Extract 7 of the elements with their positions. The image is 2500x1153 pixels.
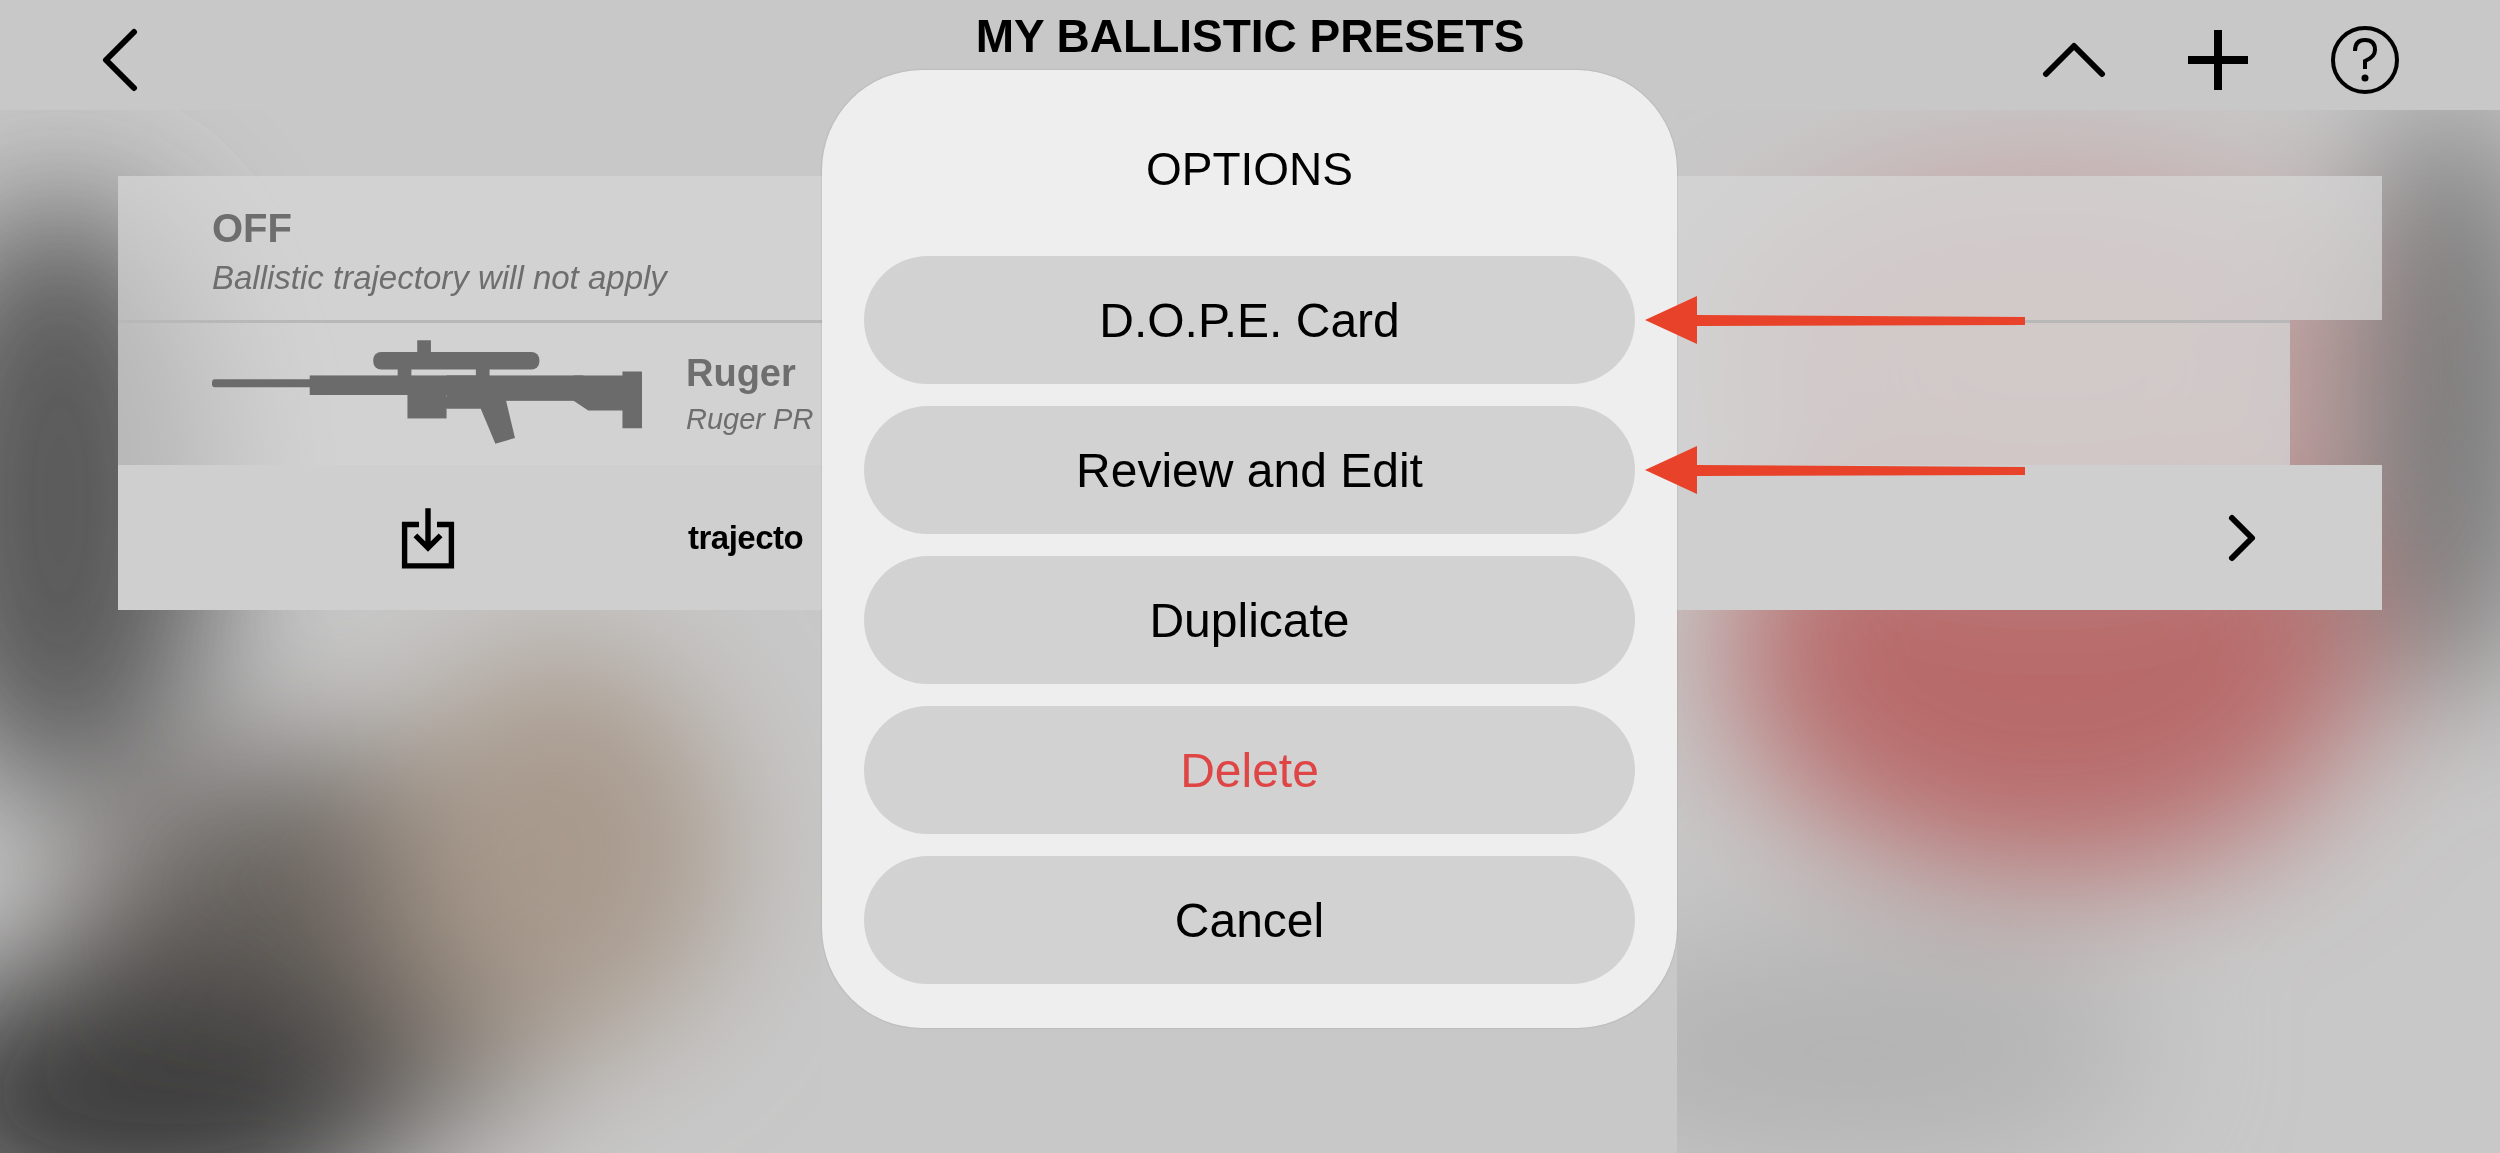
preset-title: OFF bbox=[212, 206, 293, 251]
dialog-title: OPTIONS bbox=[1145, 142, 1354, 197]
screen-title: MY BALLISTIC PRESETS bbox=[974, 9, 1526, 63]
preset-label: trajecto bbox=[688, 518, 805, 557]
preset-subtitle: Ruger PR bbox=[686, 403, 814, 436]
preset-subtitle: Ballistic trajectory will not apply bbox=[212, 259, 669, 297]
preset-title: Ruger bbox=[686, 352, 797, 395]
